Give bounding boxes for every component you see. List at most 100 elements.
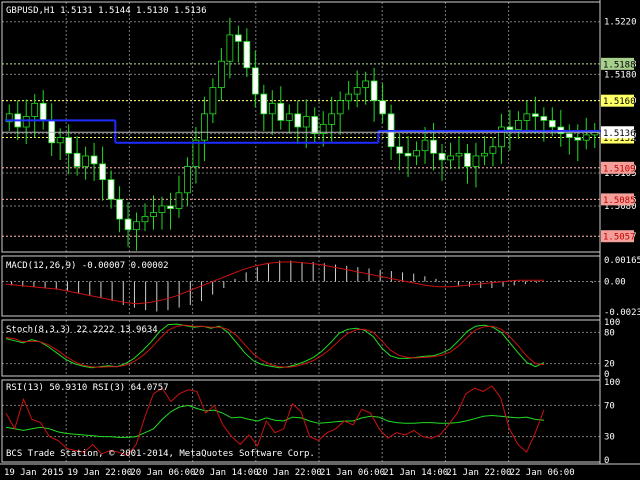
candle-body-38 (328, 113, 336, 125)
candle-body-22 (192, 139, 200, 167)
candle-body-24 (209, 87, 217, 115)
candle-body-53 (455, 152, 463, 157)
current-price-label: 1.5136 (603, 129, 636, 139)
candle-body-29 (251, 67, 259, 95)
time-label-4: 20 Jan 22:00 (257, 468, 322, 478)
candle-body-31 (268, 102, 276, 115)
candle-body-4 (39, 102, 47, 121)
stoch-title: Stoch(8,3,3) 22.2222 13.9634 (6, 325, 158, 335)
macd-tick-1: 0.00 (604, 278, 626, 288)
candle-body-8 (73, 152, 81, 167)
price-tick-0: 1.5220 (604, 18, 637, 28)
candle-body-21 (184, 166, 191, 194)
rsi-title: RSI(13) 50.9310 RSI(3) 64.0757 (6, 383, 169, 393)
candle-body-48 (413, 150, 420, 157)
price-tick-2: 1.5180 (604, 70, 637, 80)
candle-body-42 (362, 80, 370, 88)
candle-body-47 (404, 152, 412, 157)
macd-tick-0: 0.00165 (604, 256, 640, 266)
candle-body-50 (430, 139, 437, 154)
candle-body-39 (336, 100, 344, 115)
candle-body-68 (582, 134, 590, 141)
level-label-4: 1.5085 (603, 196, 636, 206)
candle-body-17 (150, 212, 157, 217)
time-label-1: 19 Jan 22:00 (67, 468, 132, 478)
level-label-1: 1.5160 (603, 97, 636, 107)
candle-body-56 (481, 152, 488, 157)
osc-tick-3-0: 100 (604, 378, 620, 388)
candle-body-2 (22, 116, 30, 128)
level-label-3: 1.5109 (603, 164, 636, 174)
grid (2, 2, 600, 462)
time-label-6: 21 Jan 14:00 (383, 468, 448, 478)
candle-body-28 (243, 41, 251, 69)
time-label-8: 22 Jan 06:00 (510, 468, 575, 478)
osc-tick-3-2: 30 (604, 433, 615, 443)
main-chart-title: GBPUSD,H1 1.5131 1.5144 1.5130 1.5136 (6, 6, 206, 16)
time-label-7: 21 Jan 22:00 (446, 468, 511, 478)
level-label-0: 1.5188 (603, 60, 636, 70)
candle-body-32 (277, 102, 285, 121)
candle-body-63 (540, 116, 548, 121)
candle-body-11 (99, 163, 106, 181)
candle-body-20 (175, 192, 183, 209)
candle-body-61 (523, 113, 531, 121)
candle-body-18 (158, 205, 166, 213)
candle-body-55 (472, 155, 480, 167)
candle-body-67 (574, 137, 582, 141)
candle-body-34 (294, 113, 302, 128)
chart-canvas[interactable]: 19 Jan 2015 19 Jan 22:0020 Jan 06:0020 Ja… (0, 0, 640, 480)
candle-body-49 (421, 139, 429, 152)
candle-body-13 (116, 198, 123, 220)
candle-body-5 (48, 120, 56, 144)
candle-body-9 (82, 155, 89, 167)
candle-body-64 (548, 120, 556, 128)
osc-tick-3-1: 70 (604, 401, 615, 411)
osc-tick-2-1: 80 (604, 328, 615, 338)
candle-body-36 (311, 116, 319, 134)
candle-body-62 (531, 113, 539, 117)
candle-body-12 (107, 179, 115, 200)
candle-body-6 (56, 137, 64, 144)
candle-body-23 (201, 113, 208, 141)
marks: 19 Jan 2015 19 Jan 22:0020 Jan 06:0020 Ja… (2, 18, 640, 478)
candle-body-10 (90, 155, 98, 165)
candle-body-35 (302, 116, 310, 128)
candle-body-52 (447, 155, 454, 161)
time-label-2: 20 Jan 06:00 (130, 468, 195, 478)
candle-body-19 (167, 205, 174, 209)
candle-body-54 (464, 152, 471, 167)
level-label-5: 1.5057 (603, 233, 636, 243)
time-label-5: 21 Jan 06:00 (320, 468, 385, 478)
time-label-3: 20 Jan 14:00 (194, 468, 259, 478)
osc-tick-3-3: 0 (604, 456, 609, 466)
candle-body-44 (379, 100, 386, 115)
candle-body-43 (370, 80, 378, 102)
candle-body-14 (124, 218, 132, 231)
candle-body-57 (489, 146, 497, 154)
candle-body-27 (234, 34, 242, 42)
candle-body-60 (515, 120, 522, 131)
copyright-footer: BCS Trade Station, © 2001-2014, MetaQuot… (6, 449, 315, 459)
candle-body-41 (353, 87, 361, 95)
candle-body-51 (438, 152, 446, 161)
candle-body-59 (506, 126, 514, 131)
chart-window[interactable]: 19 Jan 2015 19 Jan 22:00 20 Jan 06:00 20 Ja… (0, 0, 640, 480)
macd-title: MACD(12,26,9) -0.00007 0.00002 (6, 261, 169, 271)
osc-tick-2-2: 20 (604, 360, 615, 370)
candle-body-30 (260, 93, 268, 115)
panels (0, 0, 640, 465)
osc-tick-2-0: 100 (604, 318, 620, 328)
candle-body-16 (141, 216, 149, 223)
candle-body-7 (65, 137, 73, 154)
candle-body-40 (345, 93, 353, 102)
candle-body-46 (396, 146, 403, 154)
candle-body-26 (226, 34, 234, 62)
candle-body-25 (218, 60, 225, 88)
candle-body-33 (285, 113, 293, 121)
macd-tick-2: -0.00234 (604, 308, 640, 318)
candle-body-3 (31, 102, 39, 117)
candle-body-15 (133, 221, 140, 231)
candle-body-66 (565, 133, 573, 138)
time-label-0: 19 Jan 2015 (4, 468, 64, 478)
